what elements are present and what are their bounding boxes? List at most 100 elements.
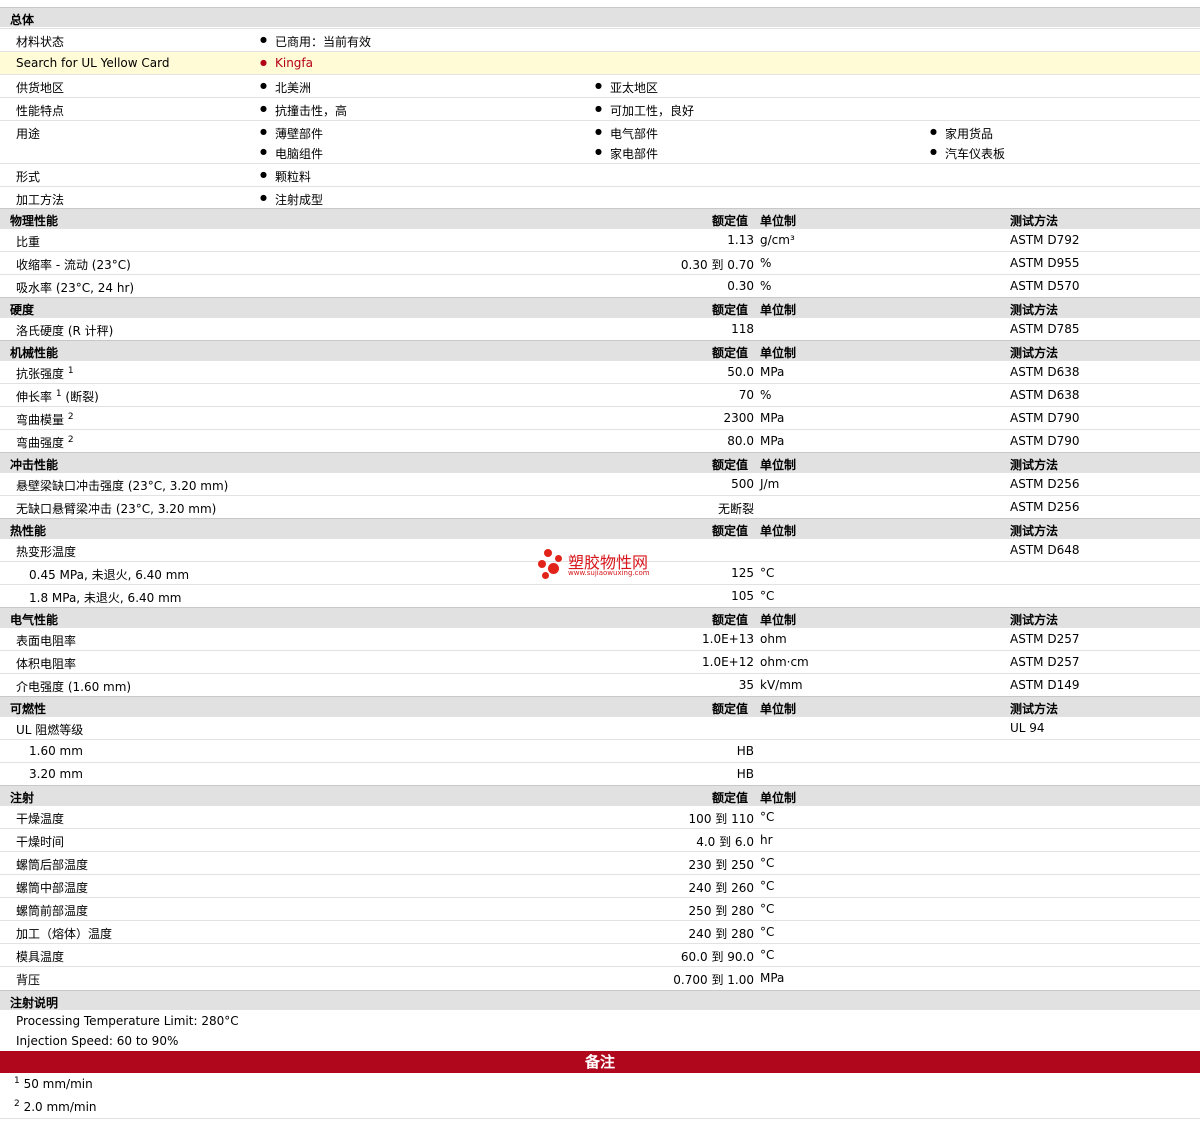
- row-method: ASTM D638: [1010, 388, 1080, 402]
- footnote-ref: 2: [67, 412, 74, 422]
- table-row: 抗张强度 1 50.0 MPa ASTM D638: [0, 360, 1200, 383]
- row-value: 2300: [723, 411, 754, 425]
- header-nominal: 额定值: [712, 613, 749, 627]
- ul-search-label[interactable]: Search for UL Yellow Card: [16, 56, 169, 70]
- row-unit: g/cm³: [760, 233, 795, 247]
- table-row: 吸水率 (23°C, 24 hr) 0.30 % ASTM D570: [0, 274, 1200, 297]
- row-unit: °C: [760, 589, 775, 603]
- row-value: 50.0: [727, 365, 754, 379]
- row-method: ASTM D570: [1010, 279, 1080, 293]
- header-nominal: 额定值: [712, 458, 749, 472]
- section-title: 注射: [10, 791, 35, 805]
- row-value: 颗粒料: [260, 168, 311, 185]
- row-label: 吸水率 (23°C, 24 hr): [16, 281, 135, 295]
- row-unit: MPa: [760, 971, 785, 985]
- section-title: 可燃性: [10, 702, 47, 716]
- section-flammability: 可燃性 额定值 单位制 测试方法: [0, 696, 1200, 716]
- row-label: 模具温度: [16, 950, 65, 964]
- watermark-logo: 塑胶物性网 www.sujiaowuxing.com: [538, 549, 668, 581]
- row-method: ASTM D256: [1010, 477, 1080, 491]
- ul-link-kingfa[interactable]: Kingfa: [260, 56, 313, 70]
- row-value: 35: [738, 678, 754, 692]
- row-label: 洛氏硬度 (R 计秤): [16, 324, 114, 338]
- row-method: ASTM D955: [1010, 256, 1080, 270]
- row-label: 背压: [16, 973, 41, 987]
- table-row: 弯曲模量 2 2300 MPa ASTM D790: [0, 406, 1200, 429]
- row-method: ASTM D792: [1010, 233, 1080, 247]
- table-row: 3.20 mm HB: [0, 762, 1200, 785]
- row-label: 0.45 MPa, 未退火, 6.40 mm: [29, 568, 190, 582]
- row-unit: %: [760, 388, 772, 402]
- row-label: 表面电阻率: [16, 634, 77, 648]
- row-label: 收缩率 - 流动 (23°C): [16, 258, 131, 272]
- row-label: 螺筒前部温度: [16, 904, 89, 918]
- section-impact: 冲击性能 额定值 单位制 测试方法: [0, 452, 1200, 472]
- table-row: 干燥温度 100 到 110 °C: [0, 805, 1200, 828]
- row-unit: MPa: [760, 434, 785, 448]
- row-ul-yellow-card: Search for UL Yellow Card Kingfa: [0, 51, 1200, 74]
- table-row: 干燥时间 4.0 到 6.0 hr: [0, 828, 1200, 851]
- footnote-ref: 2: [67, 435, 74, 445]
- table-row: 背压 0.700 到 1.00 MPa: [0, 966, 1200, 990]
- table-row: 洛氏硬度 (R 计秤) 118 ASTM D785: [0, 317, 1200, 340]
- row-method: ASTM D149: [1010, 678, 1080, 692]
- row-unit: °C: [760, 948, 775, 962]
- header-unit: 单位制: [760, 791, 797, 805]
- row-method: ASTM D785: [1010, 322, 1080, 336]
- watermark-url: www.sujiaowuxing.com: [568, 569, 650, 577]
- row-label: 材料状态: [16, 35, 65, 49]
- row-method: UL 94: [1010, 721, 1045, 735]
- row-value: 70: [738, 388, 754, 402]
- header-nominal: 额定值: [712, 702, 749, 716]
- row-value: 0.700 到 1.00: [673, 973, 754, 987]
- row-value: 240 到 280: [688, 927, 754, 941]
- row-value: 4.0 到 6.0: [696, 835, 754, 849]
- row-label: 干燥时间: [16, 835, 65, 849]
- section-general: 总体: [0, 7, 1200, 27]
- row-value: 汽车仪表板: [930, 145, 1005, 162]
- row-value: 80.0: [727, 434, 754, 448]
- table-row: 体积电阻率 1.0E+12 ohm·cm ASTM D257: [0, 650, 1200, 673]
- remarks-banner: 备注: [0, 1051, 1200, 1073]
- logo-dot-icon: [555, 555, 562, 562]
- table-row: 加工（熔体）温度 240 到 280 °C: [0, 920, 1200, 943]
- row-label: 介电强度 (1.60 mm): [16, 680, 132, 694]
- row-value: 60.0 到 90.0: [680, 950, 754, 964]
- logo-dot-icon: [542, 572, 549, 579]
- header-method: 测试方法: [1010, 303, 1059, 317]
- row-unit: %: [760, 279, 772, 293]
- table-row: 1.8 MPa, 未退火, 6.40 mm 105 °C: [0, 584, 1200, 607]
- table-row: 弯曲强度 2 80.0 MPa ASTM D790: [0, 429, 1200, 452]
- row-uses: 用途 薄壁部件 电气部件 家用货品 电脑组件 家电部件 汽车仪表板: [0, 120, 1200, 163]
- row-label: 无缺口悬臂梁冲击 (23°C, 3.20 mm): [16, 502, 217, 516]
- row-label: 用途: [16, 127, 41, 141]
- row-label: UL 阻燃等级: [16, 723, 84, 737]
- row-label: 加工方法: [16, 193, 65, 207]
- row-material-status: 材料状态 已商用：当前有效: [0, 28, 1200, 51]
- row-value: 100 到 110: [688, 812, 754, 826]
- note-line: Injection Speed: 60 to 90%: [16, 1034, 179, 1048]
- row-value: 105: [731, 589, 754, 603]
- row-label: 弯曲模量 2: [16, 412, 74, 428]
- row-unit: °C: [760, 566, 775, 580]
- row-value: 电脑组件: [260, 145, 323, 162]
- note-line: Processing Temperature Limit: 280°C: [16, 1014, 239, 1028]
- row-label: 形式: [16, 170, 41, 184]
- table-row: 介电强度 (1.60 mm) 35 kV/mm ASTM D149: [0, 673, 1200, 696]
- row-label: 伸长率 1 (断裂): [16, 389, 99, 405]
- row-unit: %: [760, 256, 772, 270]
- table-row: 伸长率 1 (断裂) 70 % ASTM D638: [0, 383, 1200, 406]
- row-label: 性能特点: [16, 104, 65, 118]
- row-value: 薄壁部件: [260, 125, 323, 142]
- table-row: 螺筒后部温度 230 到 250 °C: [0, 851, 1200, 874]
- row-region: 供货地区 北美洲 亚太地区: [0, 74, 1200, 97]
- section-physical: 物理性能 额定值 单位制 测试方法: [0, 208, 1200, 228]
- section-thermal: 热性能 额定值 单位制 测试方法: [0, 518, 1200, 538]
- row-label: 抗张强度 1: [16, 366, 74, 382]
- row-form: 形式 颗粒料: [0, 163, 1200, 186]
- row-value: 注射成型: [260, 191, 323, 208]
- row-method: ASTM D257: [1010, 632, 1080, 646]
- row-value: 北美洲: [260, 79, 311, 96]
- section-title: 硬度: [10, 303, 35, 317]
- header-nominal: 额定值: [712, 791, 749, 805]
